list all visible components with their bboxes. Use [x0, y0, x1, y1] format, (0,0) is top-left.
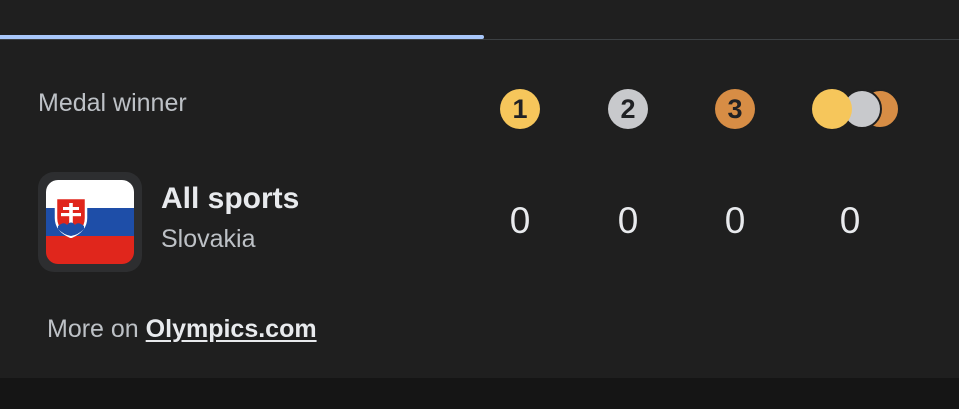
country-name: Slovakia: [161, 225, 256, 253]
tab-bar: [0, 0, 959, 40]
country-flag-tile: [38, 172, 142, 272]
more-prefix: More on: [47, 315, 146, 343]
sport-name[interactable]: All sports: [161, 182, 299, 216]
gold-count: 0: [509, 200, 531, 241]
slovakia-crest-icon: [54, 196, 88, 238]
gold-medal-icon: 1: [500, 89, 540, 129]
total-medals-icon: [812, 89, 904, 129]
total-count: 0: [839, 200, 861, 241]
medal-card: Medal winner 1 2 3 All sports Slovakia 0…: [0, 0, 959, 409]
bronze-count: 0: [724, 200, 746, 241]
olympics-link[interactable]: Olympics.com: [146, 315, 317, 343]
more-on-olympics: More on Olympics.com: [47, 315, 317, 344]
tab-divider: [0, 39, 959, 40]
silver-medal-icon: 2: [608, 89, 648, 129]
medal-winner-header: Medal winner: [38, 89, 187, 117]
slovakia-flag-icon: [46, 180, 134, 264]
silver-count: 0: [617, 200, 639, 241]
bronze-medal-icon: 3: [715, 89, 755, 129]
bottom-separator: [0, 378, 959, 409]
